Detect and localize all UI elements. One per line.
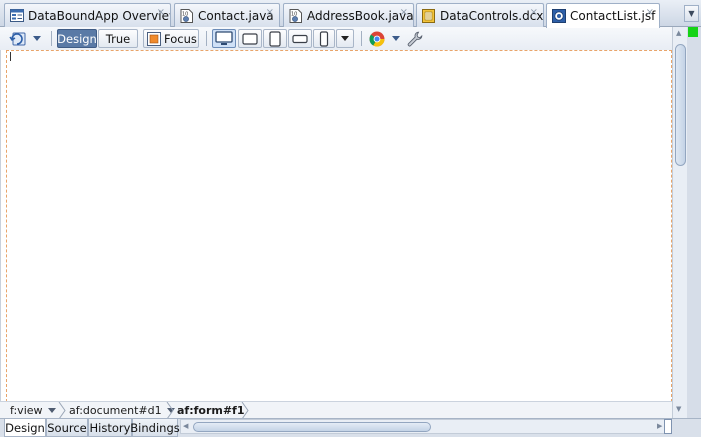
- phone-portrait-icon: [319, 30, 329, 47]
- tablet-portrait-icon: [269, 30, 281, 47]
- scroll-up-icon[interactable]: ▲: [676, 29, 681, 37]
- breadcrumb: f:view af:document#d1 af:form#f1: [0, 401, 672, 419]
- browser-dropdown[interactable]: [390, 29, 402, 48]
- tab-label: ContactList.jsf: [570, 9, 656, 23]
- toolbar-separator: [206, 31, 207, 46]
- status-indicator: [688, 27, 698, 37]
- vertical-scrollbar[interactable]: ▲ ▼: [672, 27, 687, 418]
- tab-contactlist-jsf[interactable]: ContactList.jsf ×: [546, 3, 660, 28]
- horizontal-scrollbar[interactable]: ◀ ▶: [180, 419, 672, 434]
- tab-label: AddressBook.java: [307, 8, 414, 23]
- chrome-browser-icon: [369, 31, 385, 47]
- close-icon[interactable]: ×: [646, 7, 654, 18]
- java-file-icon: 10: [179, 8, 194, 23]
- toolbar-separator: [361, 31, 362, 46]
- chevron-down-icon: [341, 36, 349, 41]
- desktop-view-button[interactable]: [212, 29, 236, 48]
- focus-icon: [147, 31, 161, 46]
- focus-label: Focus: [164, 31, 197, 46]
- tab-label: Contact.java: [198, 8, 274, 23]
- tab-databoundapp-overview[interactable]: DataBoundApp Overview ×: [4, 3, 171, 27]
- phone-landscape-icon: [292, 34, 308, 43]
- editor-tab-bar: DataBoundApp Overview × 10 Contact.java …: [0, 0, 701, 28]
- breadcrumb-separator-icon: [58, 402, 66, 419]
- toolbar-separator: [51, 31, 52, 46]
- scroll-left-icon[interactable]: ◀: [183, 422, 188, 430]
- wrench-icon: [407, 31, 423, 46]
- tab-label: DataControls.dcx: [440, 8, 544, 23]
- breadcrumb-separator-icon: [241, 402, 249, 419]
- vertical-scrollbar-thumb[interactable]: [675, 44, 686, 166]
- refresh-button[interactable]: [8, 29, 28, 48]
- jsf-file-icon: [551, 9, 566, 24]
- phone-landscape-button[interactable]: [288, 29, 312, 48]
- scroll-down-icon[interactable]: ▼: [676, 405, 681, 413]
- split-view-handle[interactable]: [664, 419, 672, 434]
- tablet-portrait-button[interactable]: [263, 29, 287, 48]
- text-caret: [10, 52, 11, 61]
- close-icon[interactable]: ×: [530, 7, 538, 18]
- device-dropdown[interactable]: [336, 29, 354, 48]
- refresh-dropdown[interactable]: [31, 29, 43, 48]
- design-mode-button[interactable]: Design: [57, 29, 97, 48]
- breadcrumb-label: af:form#f1: [177, 404, 245, 417]
- overview-icon: [9, 8, 24, 23]
- tab-design[interactable]: Design: [4, 419, 46, 437]
- tab-contact-java[interactable]: 10 Contact.java ×: [174, 3, 280, 27]
- phone-portrait-button[interactable]: [313, 29, 335, 48]
- tab-addressbook-java[interactable]: 10 AddressBook.java ×: [283, 3, 414, 27]
- tab-history[interactable]: History: [88, 419, 132, 437]
- tablet-landscape-button[interactable]: [238, 29, 262, 48]
- desktop-icon: [215, 31, 233, 45]
- tab-source[interactable]: Source: [46, 419, 88, 437]
- preview-in-browser-button[interactable]: [367, 29, 387, 48]
- breadcrumb-item-af-form[interactable]: af:form#f1: [177, 403, 245, 418]
- focus-button[interactable]: Focus: [143, 29, 199, 48]
- tab-datacontrols-dcx[interactable]: DataControls.dcx ×: [416, 3, 544, 27]
- dcx-file-icon: [421, 8, 436, 23]
- chevron-down-icon: [392, 36, 400, 41]
- breadcrumb-item-af-document[interactable]: af:document#d1: [69, 403, 175, 418]
- form-outline[interactable]: [6, 50, 672, 402]
- breadcrumb-label: f:view: [10, 404, 43, 417]
- settings-button[interactable]: [405, 29, 425, 48]
- close-icon[interactable]: ×: [157, 7, 165, 18]
- java-file-icon: 10: [288, 8, 303, 23]
- tab-bindings[interactable]: Bindings: [130, 419, 180, 437]
- close-icon[interactable]: ×: [266, 7, 274, 18]
- tab-list-dropdown[interactable]: ▼: [684, 5, 699, 22]
- scroll-right-icon[interactable]: ▶: [657, 422, 662, 430]
- chevron-down-icon: ▼: [688, 9, 695, 18]
- breadcrumb-item-f-view[interactable]: f:view: [10, 403, 56, 418]
- horizontal-scrollbar-thumb[interactable]: [193, 422, 431, 432]
- breadcrumb-separator-icon: [166, 402, 174, 419]
- designer-toolbar: Design True Focus: [0, 27, 672, 50]
- chevron-down-icon: [33, 36, 41, 41]
- breadcrumb-label: af:document#d1: [69, 404, 162, 417]
- true-mode-button[interactable]: True: [98, 29, 138, 48]
- refresh-icon: [9, 32, 26, 46]
- chevron-down-icon[interactable]: [47, 408, 56, 413]
- tablet-landscape-icon: [242, 32, 258, 45]
- tab-label: DataBoundApp Overview: [28, 8, 171, 23]
- close-icon[interactable]: ×: [400, 7, 408, 18]
